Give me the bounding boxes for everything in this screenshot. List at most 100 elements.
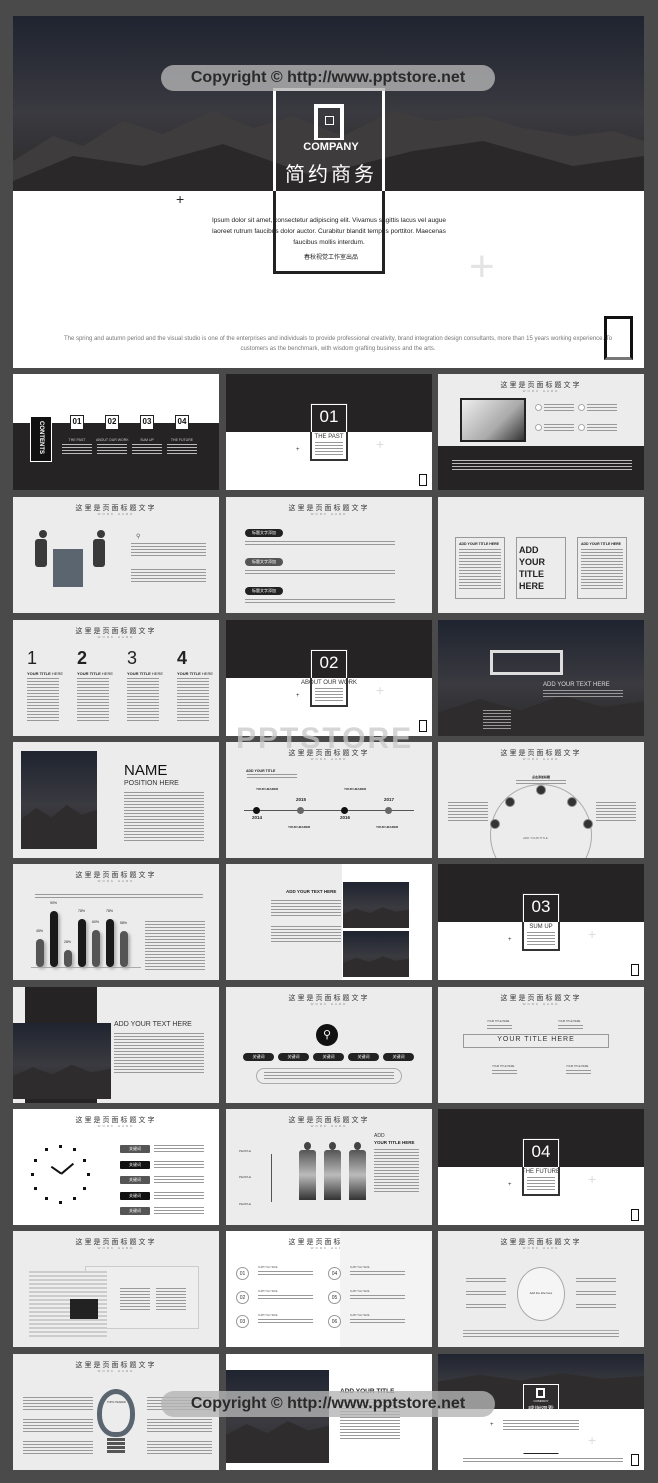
slide-timeline[interactable]: 这里是页面标题文字 WORK HARD ADD YOUR TITLE 2014 YOUR… bbox=[226, 742, 432, 858]
keyword-pill[interactable]: 关键词 bbox=[348, 1053, 379, 1061]
slide-title-here[interactable]: 这里是页面标题文字 WORK HARD YOUR TITLE HERE YOUR TI… bbox=[438, 987, 644, 1103]
bulb-base bbox=[107, 1438, 125, 1441]
item-subtitle: SUBTITLE HERE bbox=[350, 1266, 370, 1269]
text-placeholder-lines bbox=[527, 932, 555, 946]
keyword-tag[interactable]: 关键词 bbox=[120, 1176, 150, 1184]
slide-section-04[interactable]: 04 THE FUTURE + + bbox=[438, 1109, 644, 1225]
slide-monitor[interactable]: 这里是页面标题文字 WORK HARD bbox=[438, 374, 644, 490]
page-subtitle: WORK HARD bbox=[522, 389, 560, 393]
slide-three-boxes[interactable]: ADD YOUR TITLE HERE ADD YOUR TITLE HERE AD… bbox=[438, 497, 644, 613]
slide-clock[interactable]: 这里是页面标题文字 WORK HARD 关键词 关键词 关键词 关键词 关键词 bbox=[13, 1109, 219, 1225]
arc-node-icon[interactable] bbox=[536, 785, 546, 795]
keyword-pill[interactable]: 关键词 bbox=[278, 1053, 309, 1061]
slide-section-01[interactable]: 01 THE PAST + + bbox=[226, 374, 432, 490]
keyword-pill[interactable]: 关键词 bbox=[383, 1053, 414, 1061]
highlight-frame bbox=[490, 650, 563, 675]
clock-tick bbox=[58, 1144, 62, 1148]
label-pill[interactable]: 标题文字添加 bbox=[245, 529, 283, 537]
keyword-tag[interactable]: 关键词 bbox=[120, 1191, 150, 1200]
arc-node-icon[interactable] bbox=[567, 797, 577, 807]
number-label: YOUR TITLE HERE bbox=[77, 671, 113, 676]
people-add: ADD bbox=[374, 1133, 385, 1139]
arc-node-icon[interactable] bbox=[490, 819, 500, 829]
circle-title: Add the title here bbox=[529, 1291, 553, 1295]
page-subtitle: WORK HARD bbox=[522, 1246, 560, 1250]
slide-photo-left[interactable]: ADD YOUR TEXT HERE bbox=[13, 987, 219, 1103]
chart-bar[interactable] bbox=[78, 918, 86, 967]
keyword-tag[interactable]: 关键词 bbox=[120, 1145, 150, 1153]
slide-circle[interactable]: 这里是页面标题文字 WORK HARD Add the title here bbox=[438, 1231, 644, 1347]
cover-title: 简约商务 bbox=[285, 164, 377, 186]
section-label: THE PAST bbox=[314, 434, 344, 440]
item-subtitle: SUBTITLE HERE bbox=[258, 1314, 278, 1317]
slide-six-items[interactable]: 这里是页面标题文字 WORK HARD 01 SUBTITLE HERE 02 SUBTI… bbox=[226, 1231, 432, 1347]
slide-bar-chart[interactable]: 这里是页面标题文字 WORK HARD 45% 90% 28% 78% 60% 78% 58% bbox=[13, 864, 219, 980]
chart-baseline bbox=[31, 967, 141, 968]
chart-bar[interactable] bbox=[36, 939, 44, 967]
person-silhouette bbox=[349, 1150, 366, 1200]
small-title: YOUR TITLE HERE bbox=[558, 1020, 581, 1023]
text-placeholder-lines bbox=[315, 688, 343, 702]
timeline-year: 2015 bbox=[296, 797, 307, 802]
keyword-tag[interactable]: 关键词 bbox=[120, 1160, 150, 1169]
contents-number: 01 bbox=[72, 417, 82, 426]
timeline-dot[interactable] bbox=[385, 807, 392, 814]
page-subtitle: WORK HARD bbox=[97, 635, 135, 639]
arc-node-icon[interactable] bbox=[583, 819, 593, 829]
timeline-dot[interactable] bbox=[341, 807, 348, 814]
slide-keywords[interactable]: 这里是页面标题文字 WORK HARD ⚲ 关键词 关键词 关键词 关键词 关键词 bbox=[226, 987, 432, 1103]
text-placeholder-lines bbox=[62, 444, 92, 456]
timeline-year: 2016 bbox=[340, 815, 351, 820]
feature-icon bbox=[535, 404, 542, 411]
text-placeholder-lines bbox=[576, 1304, 616, 1310]
page-subtitle: WORK HARD bbox=[310, 757, 348, 761]
slide-contents[interactable]: CONTENTS 01 THE PAST 02 ABOUT OUR WORK 03 SUM … bbox=[13, 374, 219, 490]
label-pill[interactable]: 标题文字添加 bbox=[245, 587, 283, 595]
number-circle[interactable]: 02 bbox=[236, 1291, 249, 1304]
arc-label: 点击添加标题 bbox=[532, 775, 551, 779]
slide-dark-frame[interactable]: ADD YOUR TEXT HERE bbox=[438, 620, 644, 736]
slide-four-numbers[interactable]: 这里是页面标题文字 WORK HARD 1 YOUR TITLE HERE 2 YOUR … bbox=[13, 620, 219, 736]
slide-two-photos[interactable]: ADD YOUR TEXT HERE bbox=[226, 864, 432, 980]
text-placeholder-lines bbox=[271, 900, 341, 918]
chart-bar[interactable] bbox=[120, 931, 128, 967]
keyword-pill[interactable]: 关键词 bbox=[243, 1053, 274, 1061]
people-axis bbox=[271, 1154, 272, 1202]
timeline-dot[interactable] bbox=[297, 807, 304, 814]
slide-people[interactable]: 这里是页面标题文字 WORK HARD PEOPLE PEOPLE PEOPLE ADD Y… bbox=[226, 1109, 432, 1225]
timeline-dot[interactable] bbox=[253, 807, 260, 814]
plus-icon: + bbox=[376, 682, 385, 698]
number-circle[interactable]: 01 bbox=[236, 1267, 249, 1280]
chart-bar[interactable] bbox=[50, 911, 58, 967]
number-circle[interactable]: 06 bbox=[328, 1315, 341, 1328]
plus-icon: + bbox=[296, 447, 300, 453]
slide-laptop[interactable]: 这里是页面标题文字 WORK HARD bbox=[13, 1231, 219, 1347]
text-placeholder-lines bbox=[23, 1441, 93, 1455]
people-label: PEOPLE bbox=[239, 1201, 252, 1206]
keyword-pill[interactable]: 关键词 bbox=[313, 1053, 344, 1061]
slide-profile[interactable]: NAME POSITION HERE bbox=[13, 742, 219, 858]
slide-arc[interactable]: 这里是页面标题文字 WORK HARD ADD YOUR TITLE 点击添加标题 bbox=[438, 742, 644, 858]
slide-pills[interactable]: 这里是页面标题文字 WORK HARD 标题文字添加 标题文字添加 标题文字添加 bbox=[226, 497, 432, 613]
number-circle[interactable]: 04 bbox=[328, 1267, 341, 1280]
arc-node-icon[interactable] bbox=[505, 797, 515, 807]
clock-tick bbox=[34, 1186, 38, 1190]
text-placeholder-lines bbox=[587, 404, 617, 411]
person-silhouette bbox=[324, 1150, 341, 1200]
number-circle[interactable]: 05 bbox=[328, 1291, 341, 1304]
chart-bar[interactable] bbox=[92, 929, 100, 967]
number-circle[interactable]: 03 bbox=[236, 1315, 249, 1328]
plus-icon: + bbox=[469, 242, 495, 291]
slide-section-02[interactable]: 02 ABOUT OUR WORK + + bbox=[226, 620, 432, 736]
search-icon[interactable]: ⚲ bbox=[316, 1024, 338, 1046]
plus-icon: + bbox=[376, 436, 385, 452]
contents-number: 02 bbox=[107, 417, 117, 426]
section-label: THE FUTURE bbox=[522, 1169, 560, 1175]
number-label-light: HERE bbox=[200, 671, 214, 676]
keyword-tag[interactable]: 关键词 bbox=[120, 1207, 150, 1215]
slide-section-03[interactable]: 03 SUM UP + + bbox=[438, 864, 644, 980]
chart-bar[interactable] bbox=[64, 949, 72, 967]
label-pill[interactable]: 标题文字添加 bbox=[245, 558, 283, 566]
slide-meeting[interactable]: 这里是页面标题文字 WORK HARD ⚲ bbox=[13, 497, 219, 613]
chart-bar[interactable] bbox=[106, 918, 114, 967]
